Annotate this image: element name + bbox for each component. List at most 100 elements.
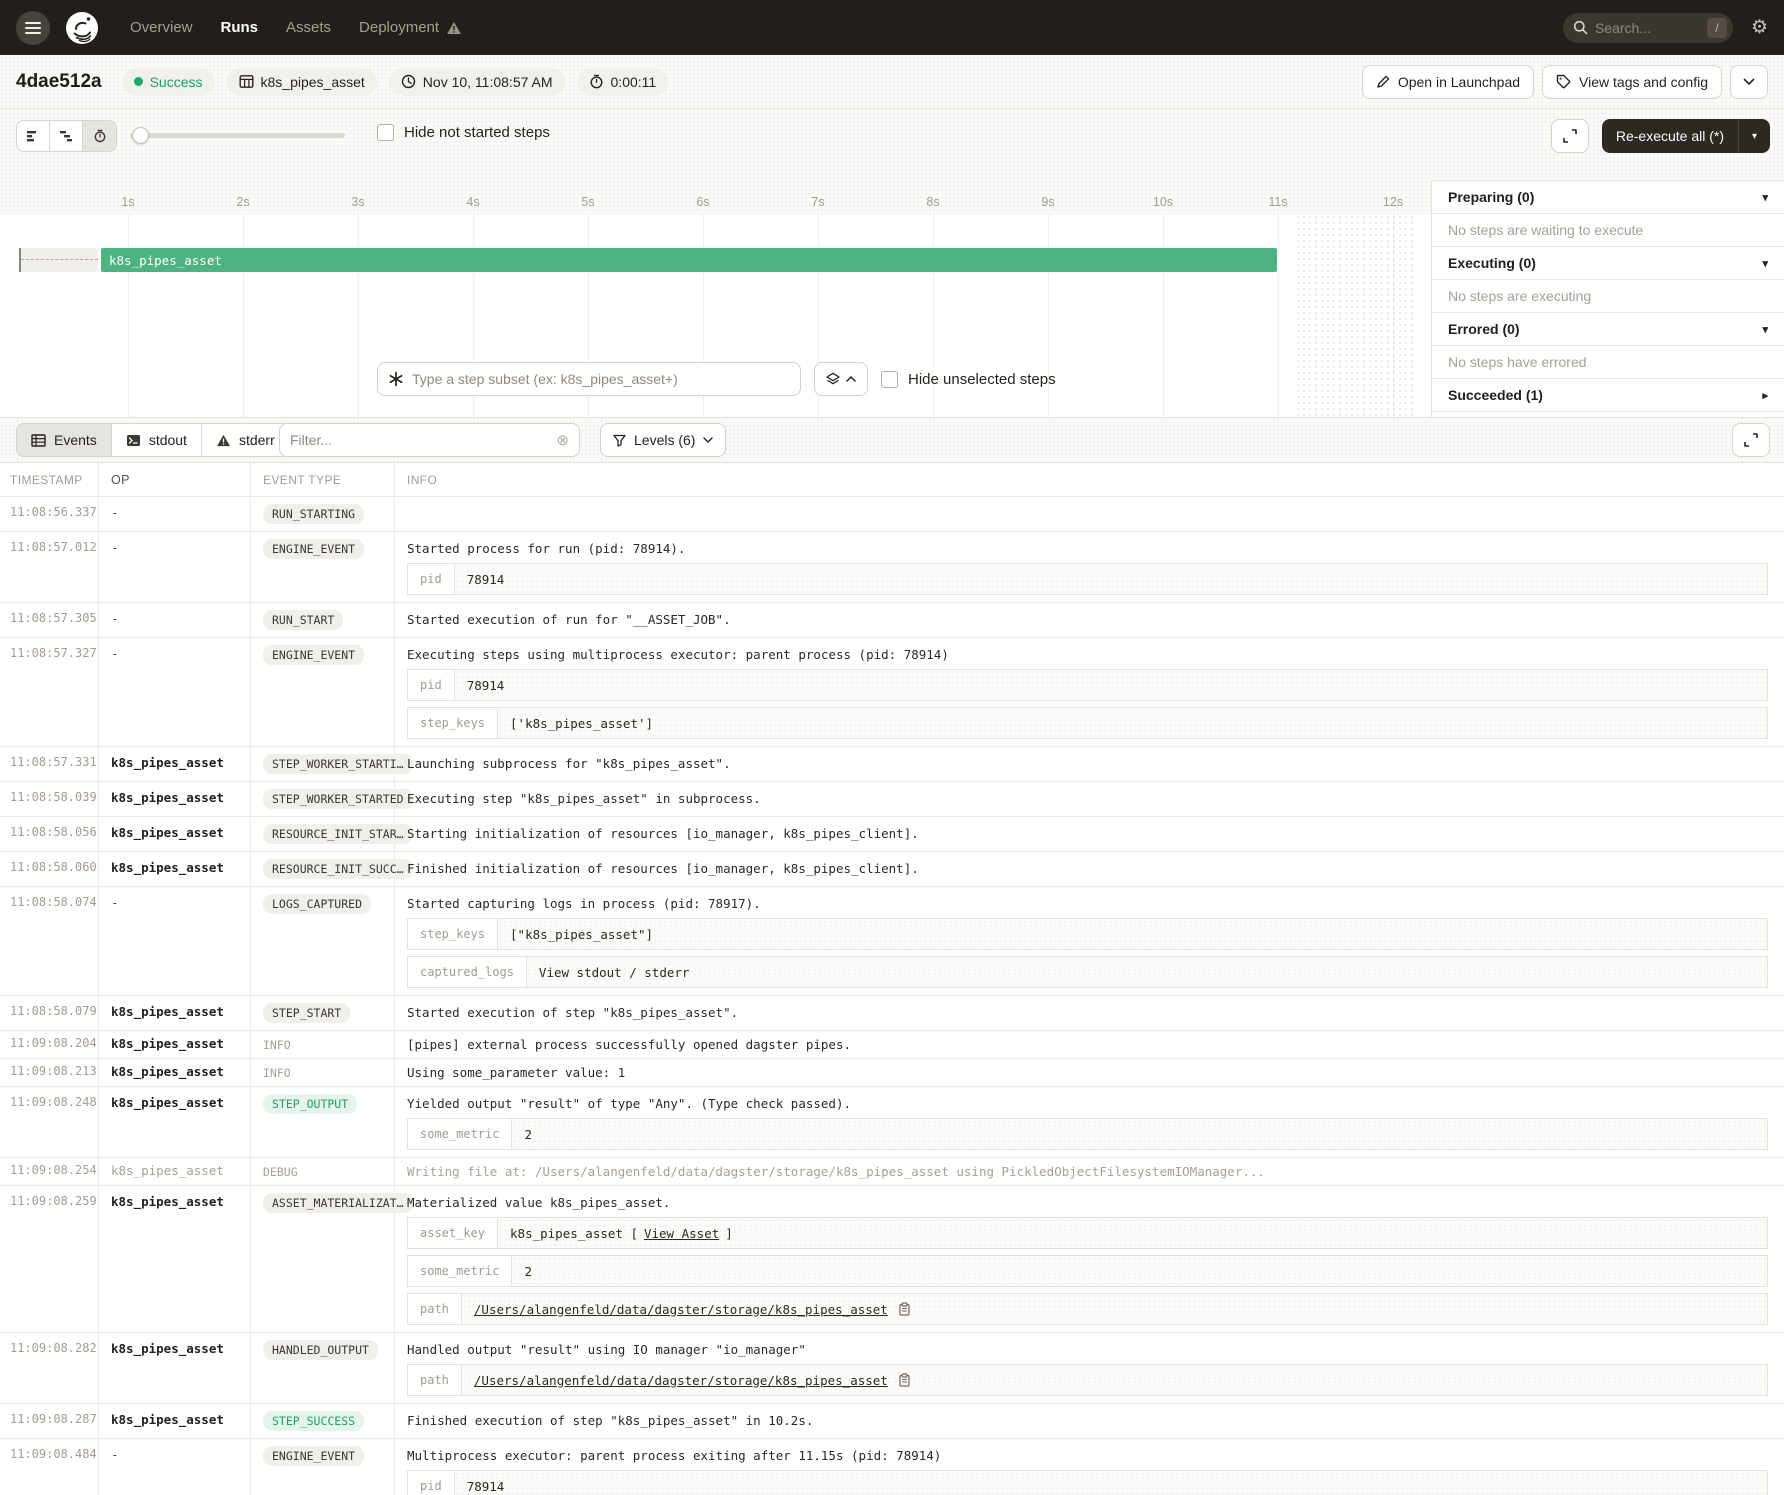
graph-query-toggle-button[interactable] xyxy=(814,362,868,396)
metadata-key: captured_logs xyxy=(408,957,527,987)
step-panel-section-header[interactable]: Errored (0)▾ xyxy=(1432,313,1784,346)
log-row[interactable]: 11:08:58.060k8s_pipes_assetRESOURCE_INIT… xyxy=(0,852,1784,887)
expand-icon xyxy=(1562,128,1578,144)
metadata-value: ["k8s_pipes_asset"] xyxy=(498,919,1767,949)
zoom-slider[interactable] xyxy=(130,133,345,138)
op-cell: k8s_pipes_asset xyxy=(99,1087,251,1157)
search-box[interactable]: / xyxy=(1563,13,1733,43)
reexecute-all-button[interactable]: Re-execute all (*) ▾ xyxy=(1602,119,1770,153)
step-panel-section-body: No steps are executing xyxy=(1432,280,1784,313)
event-info-text: Finished execution of step "k8s_pipes_as… xyxy=(407,1412,1768,1429)
log-row[interactable]: 11:08:58.074-LOGS_CAPTUREDStarted captur… xyxy=(0,887,1784,996)
run-more-actions-button[interactable] xyxy=(1730,65,1768,99)
search-shortcut-key: / xyxy=(1707,18,1727,38)
step-subset-row: Hide unselected steps xyxy=(377,362,1056,396)
tab-events[interactable]: Events xyxy=(17,424,112,456)
log-row[interactable]: 11:08:57.305-RUN_STARTStarted execution … xyxy=(0,603,1784,638)
timestamp-cell: 11:09:08.213 xyxy=(0,1059,99,1086)
event-info-cell: Started capturing logs in process (pid: … xyxy=(395,887,1784,995)
dagster-logo-icon[interactable] xyxy=(64,10,100,46)
log-row[interactable]: 11:08:56.337-RUN_STARTING xyxy=(0,497,1784,532)
event-info-cell: Handled output "result" using IO manager… xyxy=(395,1333,1784,1403)
event-info-text: Started capturing logs in process (pid: … xyxy=(407,895,1768,912)
step-panel-section-header[interactable]: Succeeded (1)▸ xyxy=(1432,379,1784,412)
timestamp-cell: 11:09:08.248 xyxy=(0,1087,99,1157)
timestamp-cell: 11:08:57.327 xyxy=(0,638,99,746)
op-cell: k8s_pipes_asset xyxy=(99,1158,251,1185)
metadata-key: step_keys xyxy=(408,708,498,738)
timestamp-cell: 11:08:57.012 xyxy=(0,532,99,602)
log-fullscreen-button[interactable] xyxy=(1732,423,1770,457)
log-row[interactable]: 11:09:08.287k8s_pipes_assetSTEP_SUCCESSF… xyxy=(0,1404,1784,1439)
search-input[interactable] xyxy=(1595,20,1685,36)
gantt-fullscreen-button[interactable] xyxy=(1551,119,1589,153)
log-row[interactable]: 11:09:08.248k8s_pipes_assetSTEP_OUTPUTYi… xyxy=(0,1087,1784,1158)
nav-item-label: Deployment xyxy=(359,19,439,36)
table-icon xyxy=(31,434,46,447)
event-info-text: Starting initialization of resources [io… xyxy=(407,825,1768,842)
col-timestamp: TIMESTAMP xyxy=(0,463,99,496)
log-row[interactable]: 11:08:57.012-ENGINE_EVENTStarted process… xyxy=(0,532,1784,603)
tab-stderr[interactable]: stderr xyxy=(202,424,289,456)
tab-stdout[interactable]: stdout xyxy=(112,424,202,456)
event-type-badge: ENGINE_EVENT xyxy=(263,1446,364,1466)
event-info-text: Started execution of step "k8s_pipes_ass… xyxy=(407,1004,1768,1021)
levels-dropdown[interactable]: Levels (6) xyxy=(600,423,726,457)
log-filter-input[interactable] xyxy=(290,432,556,448)
log-row[interactable]: 11:08:58.079k8s_pipes_assetSTEP_STARTSta… xyxy=(0,996,1784,1031)
event-type-cell: RUN_START xyxy=(251,603,395,637)
event-type-badge: LOGS_CAPTURED xyxy=(263,894,371,914)
run-timestamp-chip: Nov 10, 11:08:57 AM xyxy=(389,68,565,96)
timer-icon xyxy=(589,74,604,89)
hide-not-started-checkbox[interactable] xyxy=(377,124,394,141)
filter-clear-icon[interactable]: ⊗ xyxy=(556,431,569,449)
log-row[interactable]: 11:09:08.254k8s_pipes_assetDEBUGWriting … xyxy=(0,1158,1784,1186)
log-row[interactable]: 11:08:58.039k8s_pipes_assetSTEP_WORKER_S… xyxy=(0,782,1784,817)
gantt-step-bar[interactable]: k8s_pipes_asset xyxy=(101,248,1277,272)
gridline xyxy=(243,214,244,417)
menu-icon[interactable] xyxy=(16,11,50,45)
nav-item-assets[interactable]: Assets xyxy=(286,19,331,36)
view-tags-config-button[interactable]: View tags and config xyxy=(1542,65,1722,99)
log-row[interactable]: 11:09:08.484-ENGINE_EVENTMultiprocess ex… xyxy=(0,1439,1784,1495)
zoom-slider-thumb[interactable] xyxy=(132,127,149,144)
log-tabs: Eventsstdoutstderr xyxy=(16,423,290,457)
nav-item-overview[interactable]: Overview xyxy=(130,19,193,36)
copy-icon[interactable] xyxy=(898,1302,911,1316)
event-type-badge: ASSET_MATERIALIZAT… xyxy=(263,1193,413,1213)
log-row[interactable]: 11:08:57.327-ENGINE_EVENTExecuting steps… xyxy=(0,638,1784,747)
timestamp-cell: 11:08:58.056 xyxy=(0,817,99,851)
step-subset-input[interactable] xyxy=(412,371,790,387)
copy-icon[interactable] xyxy=(898,1373,911,1387)
settings-gear-icon[interactable]: ⚙ xyxy=(1751,18,1768,37)
log-row[interactable]: 11:08:57.331k8s_pipes_assetSTEP_WORKER_S… xyxy=(0,747,1784,782)
chevron-down-icon: ▾ xyxy=(1762,323,1768,336)
log-row[interactable]: 11:09:08.204k8s_pipes_assetINFO[pipes] e… xyxy=(0,1031,1784,1059)
nav-item-deployment[interactable]: Deployment xyxy=(359,19,462,36)
log-row[interactable]: 11:08:58.056k8s_pipes_assetRESOURCE_INIT… xyxy=(0,817,1784,852)
step-panel-section-header[interactable]: Executing (0)▾ xyxy=(1432,247,1784,280)
gantt-overrun-hatch xyxy=(1295,214,1417,417)
event-info-text: Started execution of run for "__ASSET_JO… xyxy=(407,611,1768,628)
axis-tick-label: 10s xyxy=(1153,195,1173,209)
nav-item-runs[interactable]: Runs xyxy=(221,19,259,36)
event-info-text: Executing steps using multiprocess execu… xyxy=(407,646,1768,663)
metadata-value-link[interactable]: /Users/alangenfeld/data/dagster/storage/… xyxy=(474,1373,888,1388)
view-asset-link[interactable]: View Asset xyxy=(644,1226,719,1241)
event-type-badge: HANDLED_OUTPUT xyxy=(263,1340,378,1360)
waterfall-view-button[interactable] xyxy=(50,121,83,151)
log-row[interactable]: 11:09:08.282k8s_pipes_assetHANDLED_OUTPU… xyxy=(0,1333,1784,1404)
job-chip[interactable]: k8s_pipes_asset xyxy=(227,68,377,96)
hide-unselected-checkbox[interactable] xyxy=(881,371,898,388)
flat-view-button[interactable] xyxy=(17,121,50,151)
timestamp-cell: 11:08:58.074 xyxy=(0,887,99,995)
col-info: INFO xyxy=(395,463,1784,496)
step-panel-section-header[interactable]: Preparing (0)▾ xyxy=(1432,181,1784,214)
open-in-launchpad-button[interactable]: Open in Launchpad xyxy=(1362,65,1534,99)
timestamp-cell: 11:08:58.060 xyxy=(0,852,99,886)
timed-view-button[interactable] xyxy=(83,121,116,151)
metadata-value-link[interactable]: /Users/alangenfeld/data/dagster/storage/… xyxy=(474,1302,888,1317)
log-row[interactable]: 11:09:08.259k8s_pipes_assetASSET_MATERIA… xyxy=(0,1186,1784,1333)
log-row[interactable]: 11:09:08.213k8s_pipes_assetINFOUsing som… xyxy=(0,1059,1784,1087)
reexecute-options-chevron-icon[interactable]: ▾ xyxy=(1738,119,1770,153)
